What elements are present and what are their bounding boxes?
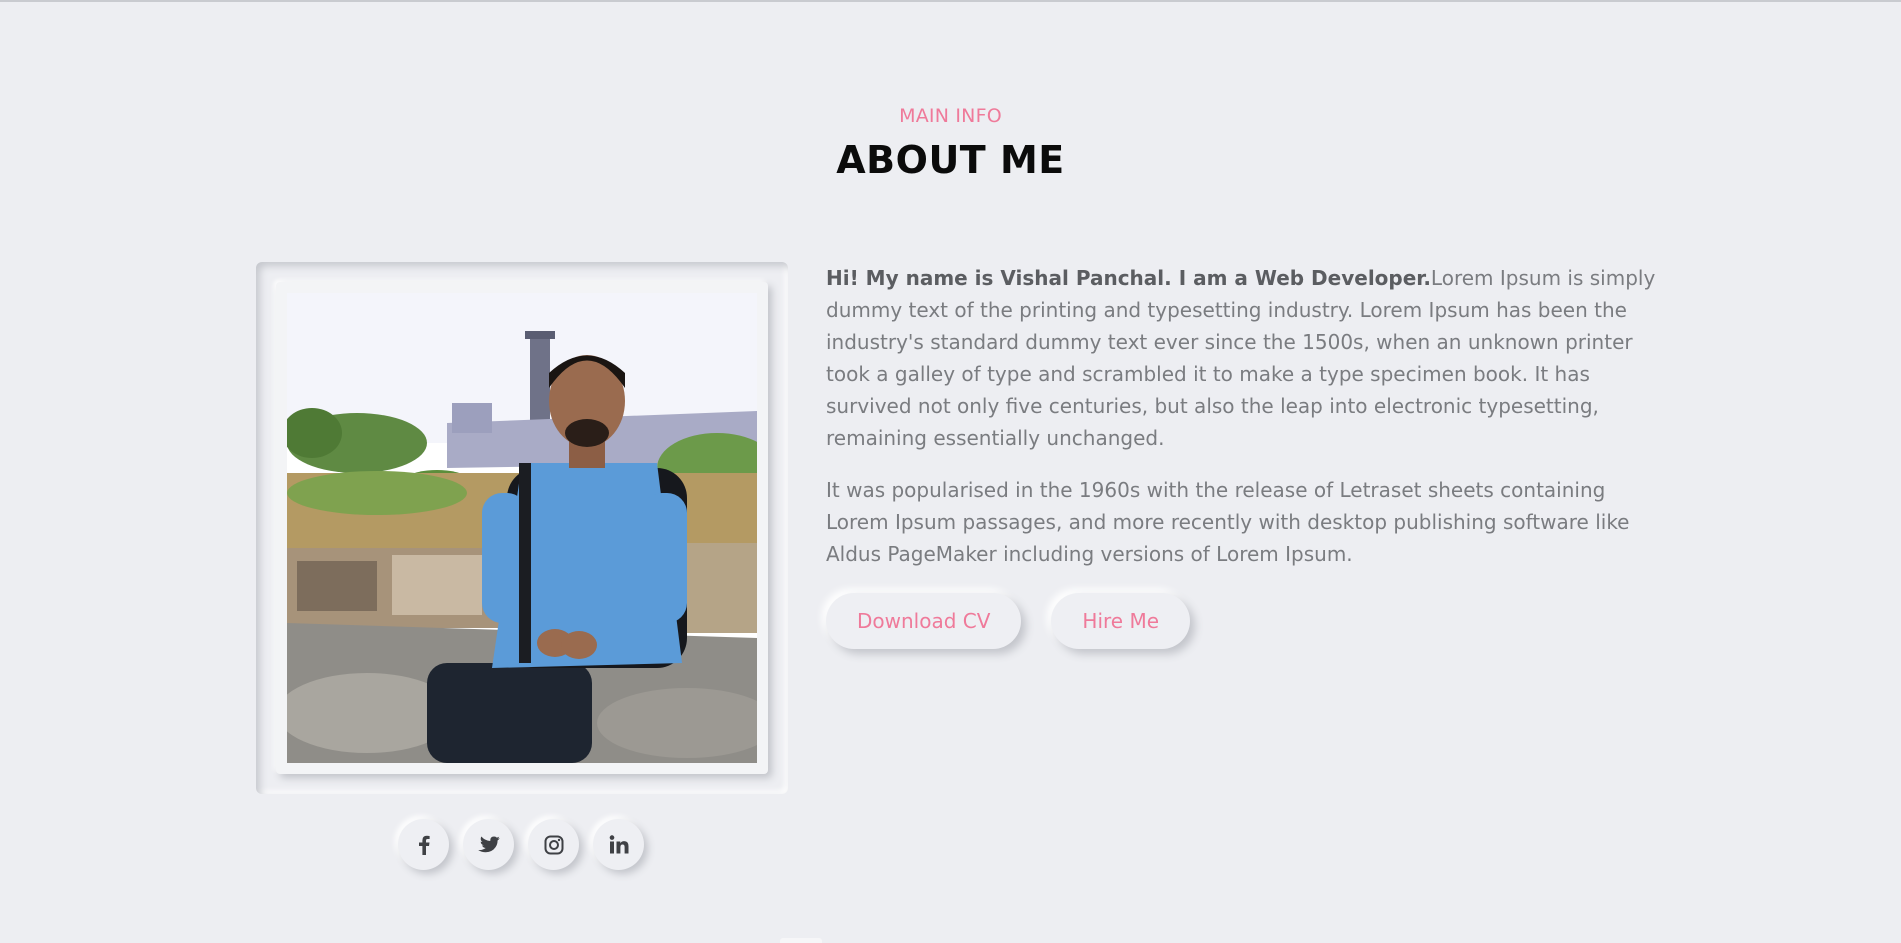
action-buttons: Download CV Hire Me bbox=[826, 593, 1191, 649]
profile-photo bbox=[287, 293, 757, 763]
instagram-icon[interactable] bbox=[528, 819, 579, 870]
linkedin-icon[interactable] bbox=[593, 819, 644, 870]
about-second-paragraph: It was popularised in the 1960s with the… bbox=[826, 478, 1630, 566]
twitter-icon-glyph bbox=[477, 835, 500, 852]
about-intro-paragraph: Hi! My name is Vishal Panchal. I am a We… bbox=[826, 262, 1656, 454]
section-title: ABOUT ME bbox=[836, 138, 1065, 182]
about-text: Hi! My name is Vishal Panchal. I am a We… bbox=[826, 262, 1656, 590]
profile-photo-image bbox=[287, 293, 757, 763]
download-cv-button[interactable]: Download CV bbox=[826, 593, 1022, 649]
instagram-icon-glyph bbox=[544, 835, 563, 854]
next-section-peek bbox=[780, 938, 822, 943]
twitter-icon[interactable] bbox=[463, 819, 514, 870]
facebook-icon[interactable] bbox=[398, 819, 449, 870]
about-intro-name: Hi! My name is Vishal Panchal. I am a We… bbox=[826, 266, 1431, 290]
section-header: MAIN INFO ABOUT ME bbox=[0, 103, 1901, 183]
top-divider bbox=[0, 0, 1901, 2]
linkedin-icon-glyph bbox=[609, 835, 628, 854]
profile-photo-card bbox=[276, 282, 768, 774]
social-links bbox=[398, 819, 644, 870]
profile-photo-frame bbox=[256, 262, 788, 794]
hire-me-button[interactable]: Hire Me bbox=[1051, 593, 1191, 649]
about-intro-body: Lorem Ipsum is simply dummy text of the … bbox=[826, 266, 1656, 450]
facebook-icon-glyph bbox=[418, 835, 430, 855]
section-eyebrow: MAIN INFO bbox=[899, 105, 1002, 127]
